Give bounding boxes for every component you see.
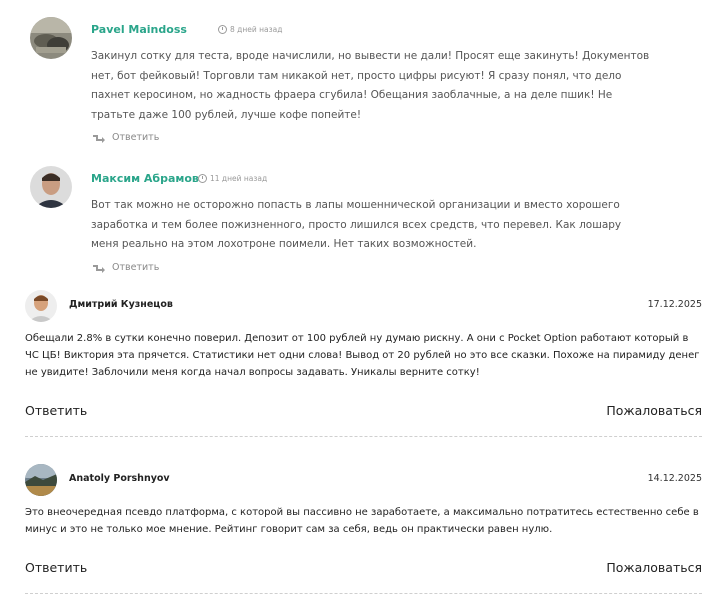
clock-icon [198, 174, 207, 183]
clock-icon [218, 25, 227, 34]
reply-button[interactable]: Ответить [25, 403, 87, 418]
avatar[interactable] [30, 166, 72, 208]
divider [25, 436, 702, 437]
comment-text: Обещали 2.8% в сутки конечно поверил. Де… [25, 333, 700, 378]
comment-date: 17.12.2025 [647, 299, 702, 310]
avatar[interactable] [25, 464, 57, 496]
avatar[interactable] [25, 290, 57, 322]
avatar[interactable] [30, 17, 72, 59]
comment-author[interactable]: Максим Абрамов [91, 172, 199, 185]
reply-arrow-icon [93, 264, 105, 273]
report-button[interactable]: Пожаловаться [606, 403, 702, 418]
comment-time: 11 дней назад [198, 174, 267, 183]
reply-label: Ответить [112, 262, 160, 273]
comment-author: Anatoly Porshnyov [69, 473, 170, 484]
comment-time: 8 дней назад [218, 25, 282, 34]
comment-author[interactable]: Pavel Maindoss [91, 23, 187, 36]
divider [25, 593, 702, 594]
report-button[interactable]: Пожаловаться [606, 560, 702, 575]
comment-text: Вот так можно не осторожно попасть в лап… [91, 199, 622, 250]
comment-text: Закинул сотку для теста, вроде начислили… [91, 50, 650, 121]
comment-text: Это внеочередная псевдо платформа, с кот… [25, 507, 699, 535]
comment-time-text: 8 дней назад [230, 25, 283, 34]
comment-time-text: 11 дней назад [210, 174, 268, 183]
comment-author: Дмитрий Кузнецов [69, 299, 173, 310]
reply-button[interactable]: Ответить [25, 560, 87, 575]
reply-button[interactable]: Ответить [92, 132, 159, 143]
comment-date: 14.12.2025 [647, 473, 702, 484]
reply-button[interactable]: Ответить [92, 262, 159, 273]
reply-arrow-icon [93, 134, 105, 143]
reply-label: Ответить [112, 132, 160, 143]
